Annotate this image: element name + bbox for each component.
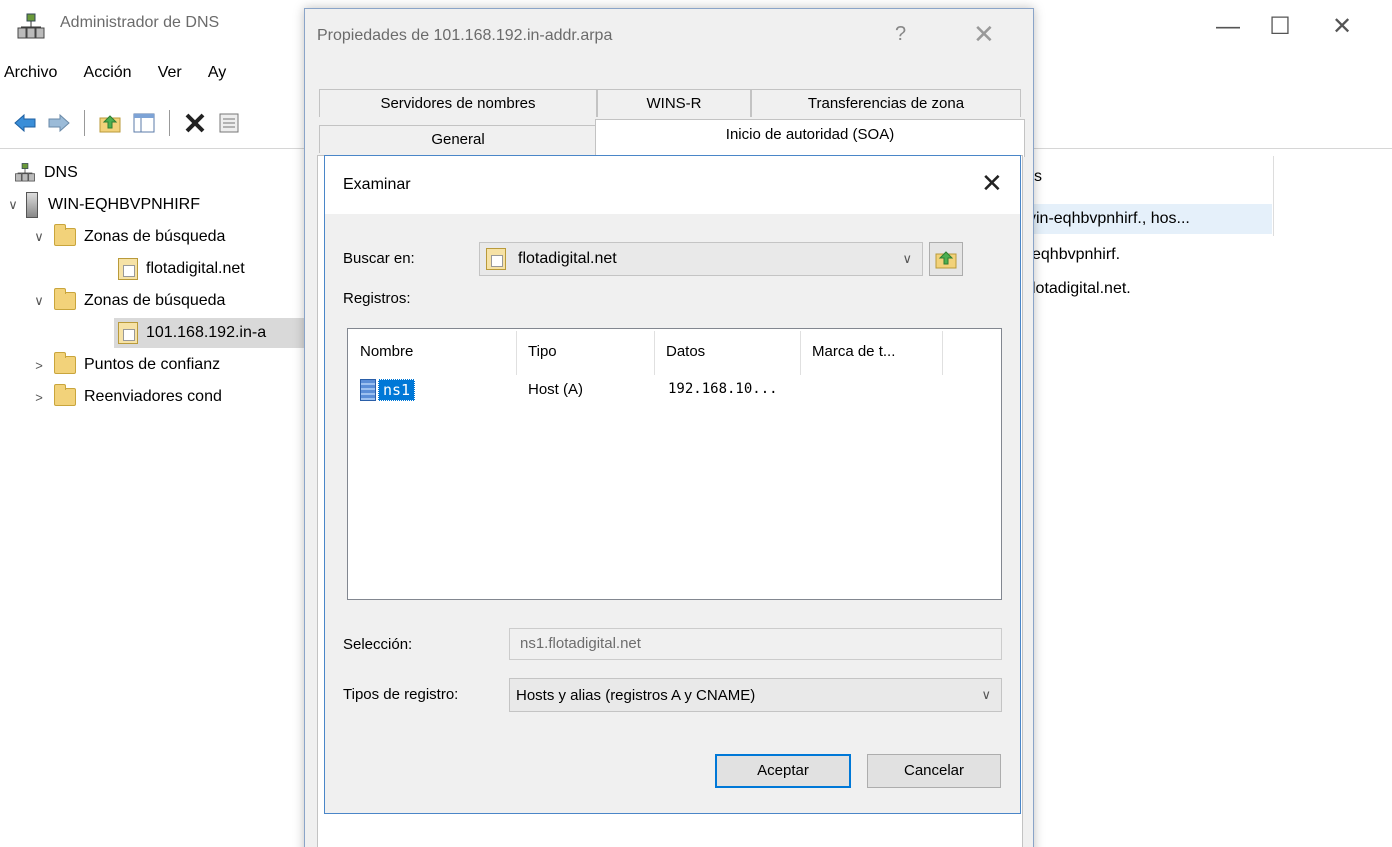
toolbar-separator <box>169 110 170 136</box>
record-types-value: Hosts y alias (registros A y CNAME) <box>516 686 756 704</box>
menu-ver[interactable]: Ver <box>158 64 182 82</box>
record-type: Host (A) <box>528 381 584 398</box>
properties-title: Propiedades de 101.168.192.in-addr.arpa <box>317 27 613 44</box>
tree-label: Zonas de búsqueda <box>84 228 226 245</box>
folder-icon <box>54 352 76 374</box>
column-divider <box>516 331 517 375</box>
tree-label: flotadigital.net <box>146 260 245 277</box>
record-types-label: Tipos de registro: <box>343 686 459 703</box>
chevron-down-icon: ∨ <box>981 687 991 702</box>
tab-wins-r[interactable]: WINS-R <box>597 89 751 117</box>
column-header-fragment: s <box>1034 168 1042 185</box>
result-row-2[interactable]: eqhbvpnhirf. <box>1032 246 1120 264</box>
tree-item-server[interactable]: ∨ WIN-EQHBVPNHIRF <box>4 190 200 220</box>
look-in-label: Buscar en: <box>343 250 415 267</box>
properties-close-button[interactable]: ✕ <box>973 19 995 50</box>
chevron-down-icon[interactable]: ∨ <box>30 229 48 245</box>
help-button[interactable]: ? <box>895 23 906 46</box>
tree-item-trust-points[interactable]: > Puntos de confianz <box>30 350 220 380</box>
tree-label: Reenviadores cond <box>84 388 222 405</box>
zone-icon <box>118 258 138 280</box>
tree-label: WIN-EQHBVPNHIRF <box>48 196 200 213</box>
selection-label: Selección: <box>343 636 413 653</box>
dns-manager-icon <box>16 12 46 42</box>
column-divider <box>1273 156 1274 236</box>
ok-button[interactable]: Aceptar <box>715 754 851 788</box>
tree-item-conditional-forwarders[interactable]: > Reenviadores cond <box>30 382 222 412</box>
close-button[interactable]: ✕ <box>1322 10 1362 44</box>
tree-item-reverse-zone-selected[interactable]: 101.168.192.in-a <box>114 318 312 348</box>
result-row-3[interactable]: lotadigital.net. <box>1032 280 1131 298</box>
records-label: Registros: <box>343 290 411 307</box>
tree-item-dns[interactable]: DNS <box>14 158 78 188</box>
record-name[interactable]: ns1 <box>378 379 416 401</box>
tree-label: Zonas de búsqueda <box>84 292 226 309</box>
server-icon <box>26 192 38 218</box>
tree-label: Puntos de confianz <box>84 356 221 373</box>
chevron-down-icon: ∨ <box>902 251 912 266</box>
chevron-down-icon[interactable]: ∨ <box>4 197 22 213</box>
menu-accion[interactable]: Acción <box>84 64 132 82</box>
column-divider <box>942 331 943 375</box>
toolbar-separator <box>84 110 85 136</box>
tab-general[interactable]: General <box>319 125 597 153</box>
host-record-icon <box>360 379 376 401</box>
column-header-nombre[interactable]: Nombre <box>360 343 413 360</box>
show-hide-tree-icon[interactable] <box>131 110 157 136</box>
browse-dialog: Examinar ✕ Buscar en: flotadigital.net ∨… <box>324 155 1021 814</box>
tree-item-reverse-zones[interactable]: ∨ Zonas de búsqueda <box>30 286 225 316</box>
cancel-button[interactable]: Cancelar <box>867 754 1001 788</box>
column-header-marca[interactable]: Marca de t... <box>812 343 895 360</box>
records-list[interactable]: Nombre Tipo Datos Marca de t... ns1 Host… <box>347 328 1002 600</box>
forward-arrow-icon[interactable] <box>46 110 72 136</box>
tree-item-flotadigital[interactable]: flotadigital.net <box>118 254 245 284</box>
menu-ayuda[interactable]: Ay <box>208 64 226 82</box>
app-title: Administrador de DNS <box>60 14 220 31</box>
folder-icon <box>54 384 76 406</box>
column-header-tipo[interactable]: Tipo <box>528 343 557 360</box>
toolbar <box>12 106 242 140</box>
tree-item-forward-zones[interactable]: ∨ Zonas de búsqueda <box>30 222 225 252</box>
look-in-combo[interactable]: flotadigital.net ∨ <box>479 242 923 276</box>
folder-icon <box>54 224 76 246</box>
up-folder-icon <box>935 251 957 269</box>
result-row-1[interactable]: vin-eqhbvpnhirf., hos... <box>1028 210 1190 228</box>
up-one-level-button[interactable] <box>929 242 963 276</box>
zone-icon <box>118 322 138 344</box>
tab-transferencias-de-zona[interactable]: Transferencias de zona <box>751 89 1021 117</box>
tab-servidores-de-nombres[interactable]: Servidores de nombres <box>319 89 597 117</box>
column-divider <box>654 331 655 375</box>
zone-icon <box>486 248 506 270</box>
record-types-select[interactable]: Hosts y alias (registros A y CNAME) ∨ <box>509 678 1002 712</box>
browse-title: Examinar <box>343 176 411 193</box>
menu-archivo[interactable]: Archivo <box>4 64 57 82</box>
chevron-down-icon[interactable]: ∨ <box>30 293 48 309</box>
record-data: 192.168.10... <box>668 381 778 397</box>
delete-icon[interactable] <box>182 110 208 136</box>
minimize-button[interactable]: — <box>1208 10 1248 44</box>
maximize-button[interactable]: ☐ <box>1260 10 1300 44</box>
browse-close-button[interactable]: ✕ <box>981 168 1003 199</box>
tab-inicio-de-autoridad[interactable]: Inicio de autoridad (SOA) <box>595 119 1025 157</box>
tree-label: DNS <box>44 164 78 181</box>
menu-bar: Archivo Acción Ver Ay <box>0 64 226 92</box>
chevron-right-icon[interactable]: > <box>30 358 48 373</box>
up-folder-icon[interactable] <box>97 110 123 136</box>
browse-titlebar: Examinar ✕ <box>325 156 1020 214</box>
back-arrow-icon[interactable] <box>12 110 38 136</box>
folder-icon <box>54 288 76 310</box>
selection-field[interactable]: ns1.flotadigital.net <box>509 628 1002 660</box>
chevron-right-icon[interactable]: > <box>30 390 48 405</box>
column-divider <box>800 331 801 375</box>
dns-icon <box>14 162 36 184</box>
look-in-value: flotadigital.net <box>518 250 617 267</box>
tree-label: 101.168.192.in-a <box>146 324 267 341</box>
column-header-datos[interactable]: Datos <box>666 343 705 360</box>
properties-icon[interactable] <box>216 110 242 136</box>
